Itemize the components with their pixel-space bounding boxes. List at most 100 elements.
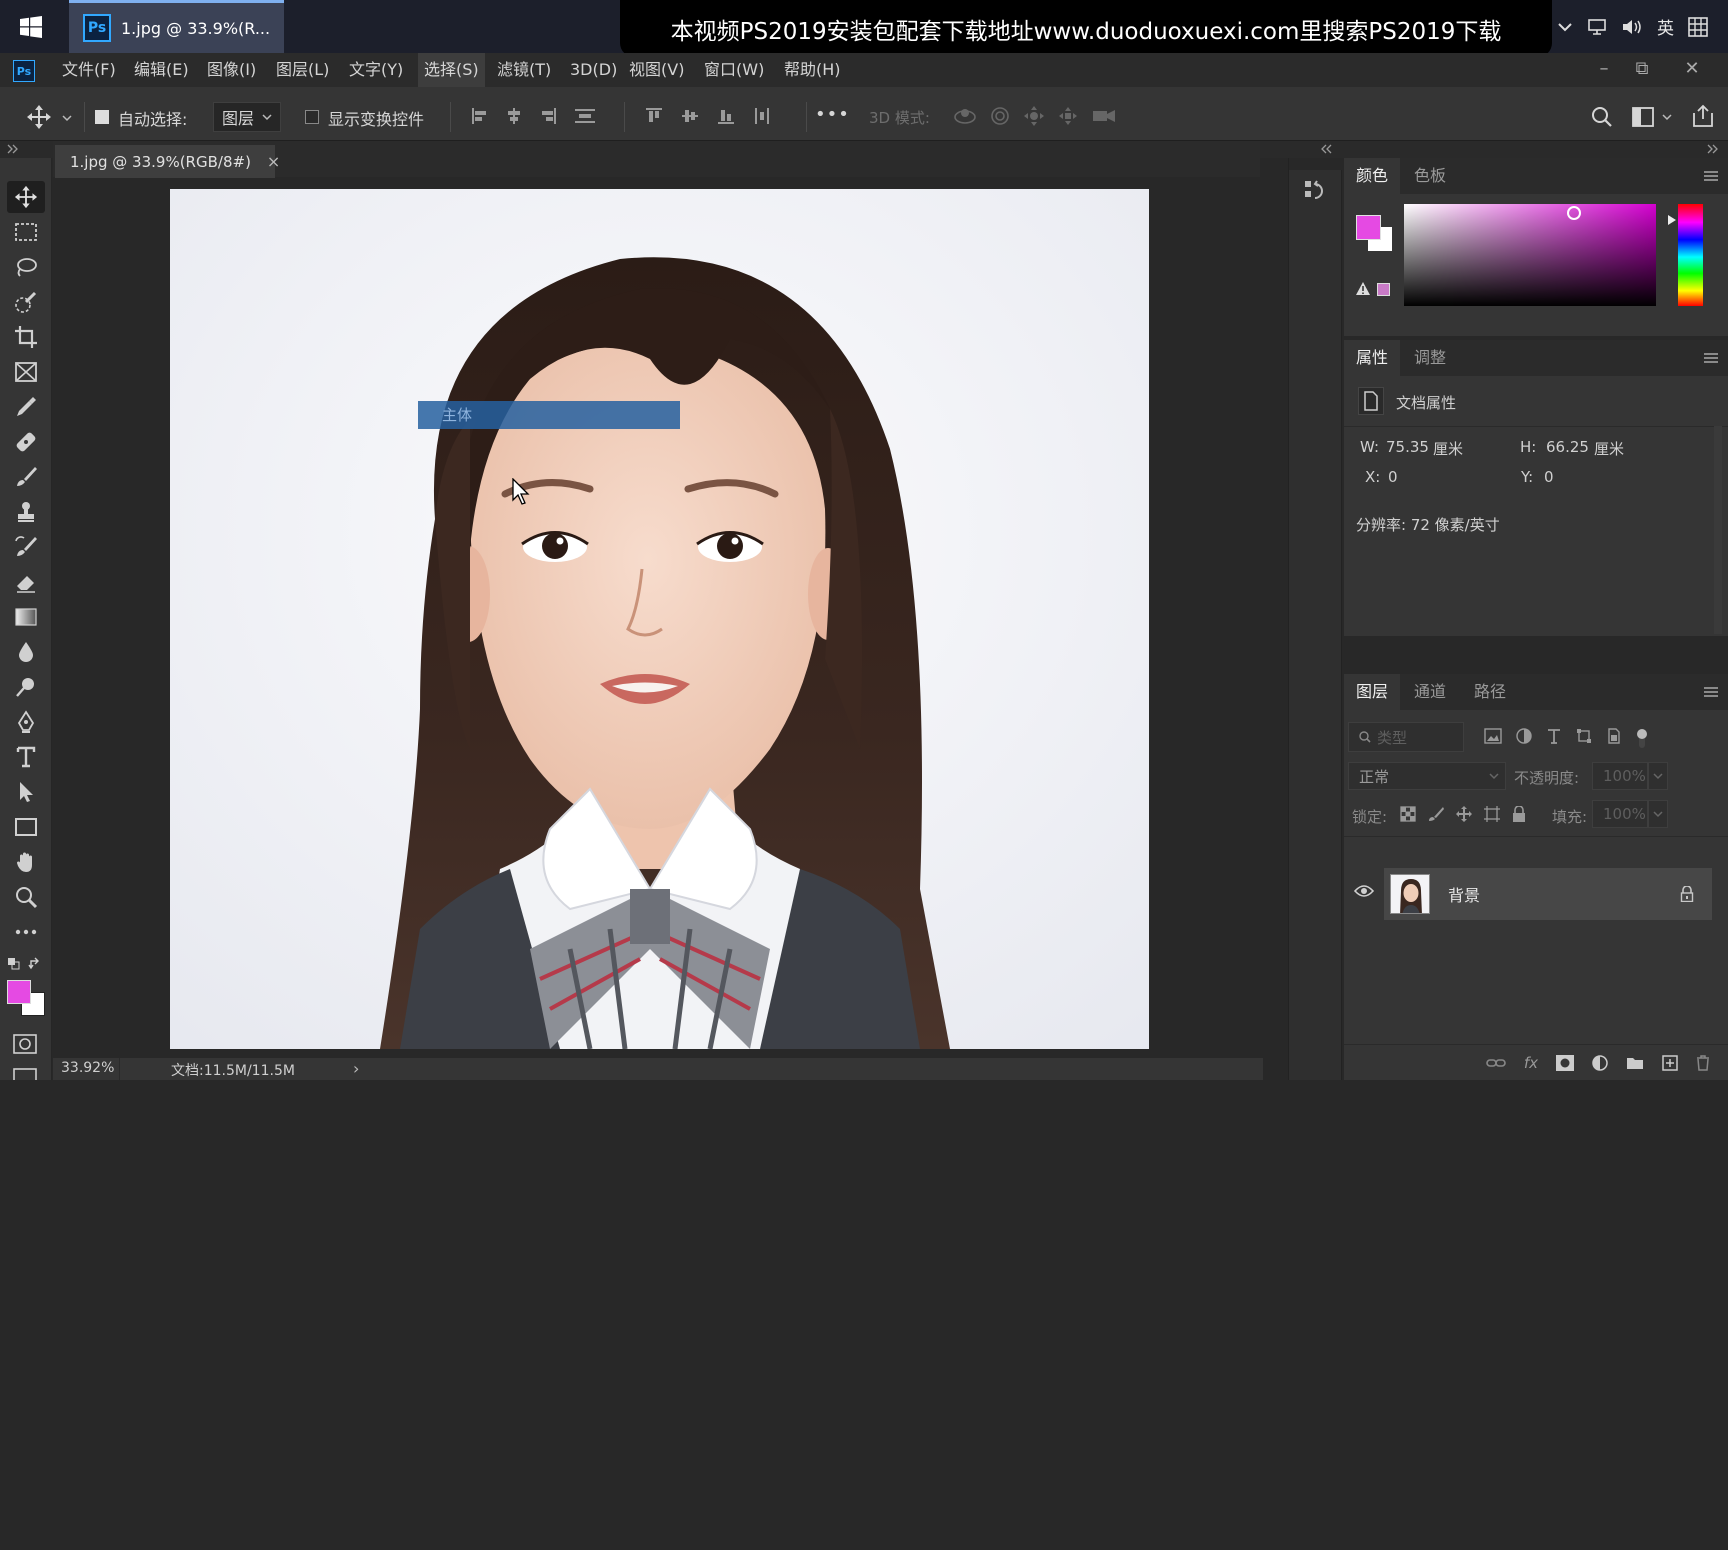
lock-all-icon[interactable]	[1512, 806, 1526, 822]
3d-pan-icon[interactable]	[1023, 105, 1045, 127]
filter-type-layers-icon[interactable]	[1546, 728, 1562, 744]
lock-transparent-pixels-icon[interactable]	[1400, 806, 1416, 822]
menu-edit[interactable]: 编辑(E)	[128, 53, 195, 87]
menu-layer[interactable]: 图层(L)	[270, 53, 335, 87]
filter-smart-objects-icon[interactable]	[1606, 728, 1622, 744]
volume-icon[interactable]	[1621, 18, 1643, 36]
clone-stamp-tool[interactable]	[7, 496, 45, 528]
default-colors-icon[interactable]	[7, 957, 21, 971]
align-bottom-edges-icon[interactable]	[716, 106, 736, 126]
zoom-level[interactable]: 33.92%	[61, 1060, 114, 1076]
auto-select-checkbox[interactable]	[95, 110, 109, 124]
edit-toolbar-button[interactable]	[7, 916, 45, 948]
x-value[interactable]: 0	[1388, 468, 1398, 486]
menu-type[interactable]: 文字(Y)	[343, 53, 409, 87]
y-value[interactable]: 0	[1544, 468, 1554, 486]
layer-lock-icon[interactable]	[1680, 886, 1694, 902]
tab-paths[interactable]: 路径	[1462, 674, 1518, 710]
search-icon[interactable]	[1591, 106, 1613, 128]
foreground-color-chip[interactable]	[1356, 215, 1381, 240]
status-menu-arrow[interactable]: ›	[353, 1059, 359, 1078]
opacity-input[interactable]: 100%	[1592, 762, 1648, 790]
expand-panel-icon[interactable]	[1707, 144, 1719, 154]
menu-view[interactable]: 视图(V)	[623, 53, 690, 87]
menu-window[interactable]: 窗口(W)	[698, 53, 770, 87]
color-field[interactable]	[1404, 204, 1656, 306]
frame-tool[interactable]	[7, 356, 45, 388]
share-icon[interactable]	[1692, 104, 1714, 128]
auto-select-target-dropdown[interactable]: 图层	[213, 102, 281, 132]
menu-file[interactable]: 文件(F)	[56, 53, 122, 87]
quick-selection-tool[interactable]	[7, 286, 45, 318]
lasso-tool[interactable]	[7, 251, 45, 283]
chevron-down-icon[interactable]	[1662, 113, 1672, 121]
3d-slide-icon[interactable]	[1057, 105, 1079, 127]
layer-name[interactable]: 背景	[1448, 882, 1480, 906]
tab-swatches[interactable]: 色板	[1402, 158, 1458, 194]
link-layers-icon[interactable]	[1486, 1057, 1506, 1069]
document-canvas-image[interactable]	[170, 189, 1149, 1049]
history-panel-icon[interactable]	[1303, 178, 1327, 202]
fill-dropdown[interactable]	[1648, 800, 1668, 828]
ime-grid-icon[interactable]	[1688, 16, 1708, 37]
scrollbar[interactable]	[1714, 426, 1722, 634]
lock-artboard-icon[interactable]	[1484, 806, 1500, 822]
fill-input[interactable]: 100%	[1592, 800, 1648, 828]
document-tab-close-button[interactable]: ×	[267, 152, 280, 171]
filter-toggle-icon[interactable]	[1636, 728, 1648, 750]
minimize-button[interactable]: –	[1584, 53, 1624, 83]
menu-select[interactable]: 选择(S)	[418, 53, 485, 87]
marquee-tool[interactable]	[7, 216, 45, 248]
panel-menu-icon[interactable]	[1704, 352, 1718, 364]
foreground-color-swatch[interactable]	[7, 980, 31, 1004]
distribute-horizontal-icon[interactable]	[752, 106, 772, 126]
windows-start-button[interactable]	[0, 0, 62, 53]
path-selection-tool[interactable]	[7, 776, 45, 808]
layer-visibility-toggle[interactable]	[1354, 884, 1374, 898]
filter-adjustment-layers-icon[interactable]	[1516, 728, 1532, 744]
type-tool[interactable]	[7, 741, 45, 773]
taskbar-photoshop-item[interactable]: Ps 1.jpg @ 33.9%(R...	[69, 0, 284, 53]
gradient-tool[interactable]	[7, 601, 45, 633]
workspace-icon[interactable]	[1632, 107, 1654, 127]
tab-properties[interactable]: 属性	[1344, 340, 1401, 376]
new-layer-icon[interactable]	[1662, 1054, 1678, 1071]
chevron-down-icon[interactable]	[1557, 21, 1573, 33]
blend-mode-dropdown[interactable]: 正常	[1348, 762, 1506, 790]
expand-panel-icon[interactable]	[7, 144, 19, 154]
tab-layers[interactable]: 图层	[1344, 674, 1401, 710]
dodge-tool[interactable]	[7, 671, 45, 703]
opacity-dropdown[interactable]	[1648, 762, 1668, 790]
photoshop-logo-icon[interactable]: Ps	[13, 60, 35, 82]
more-options-button[interactable]: •••	[815, 104, 850, 125]
move-tool-preset-icon[interactable]	[26, 104, 52, 130]
rectangle-tool[interactable]	[7, 811, 45, 843]
pen-tool[interactable]	[7, 706, 45, 738]
chevron-down-icon[interactable]	[62, 114, 72, 122]
network-icon[interactable]	[1587, 18, 1607, 36]
ime-indicator[interactable]: 英	[1657, 14, 1674, 39]
filter-pixel-layers-icon[interactable]	[1484, 728, 1502, 744]
fx-icon[interactable]: fx	[1524, 1054, 1538, 1072]
tab-channels[interactable]: 通道	[1402, 674, 1458, 710]
delete-layer-icon[interactable]	[1696, 1054, 1710, 1071]
crop-tool[interactable]	[7, 321, 45, 353]
zoom-tool[interactable]	[7, 881, 45, 913]
panel-menu-icon[interactable]	[1704, 686, 1718, 698]
brush-tool[interactable]	[7, 461, 45, 493]
out-of-gamut-warning-icon[interactable]	[1355, 281, 1371, 296]
hue-slider[interactable]	[1678, 204, 1703, 306]
align-right-edges-icon[interactable]	[538, 106, 558, 126]
show-transform-checkbox[interactable]	[305, 110, 319, 124]
3d-roll-icon[interactable]	[989, 105, 1011, 127]
menu-3d[interactable]: 3D(D)	[564, 53, 623, 87]
filter-shape-layers-icon[interactable]	[1576, 728, 1592, 744]
tab-color[interactable]: 颜色	[1344, 158, 1401, 194]
screen-mode-icon[interactable]	[13, 1068, 37, 1080]
distribute-vertical-icon[interactable]	[572, 106, 598, 126]
tab-adjustments[interactable]: 调整	[1402, 340, 1458, 376]
gamut-color-chip[interactable]	[1377, 283, 1390, 296]
menu-filter[interactable]: 滤镜(T)	[491, 53, 557, 87]
document-tab[interactable]: 1.jpg @ 33.9%(RGB/8#) ×	[55, 145, 280, 178]
layer-filter-dropdown[interactable]: 类型	[1348, 722, 1464, 752]
